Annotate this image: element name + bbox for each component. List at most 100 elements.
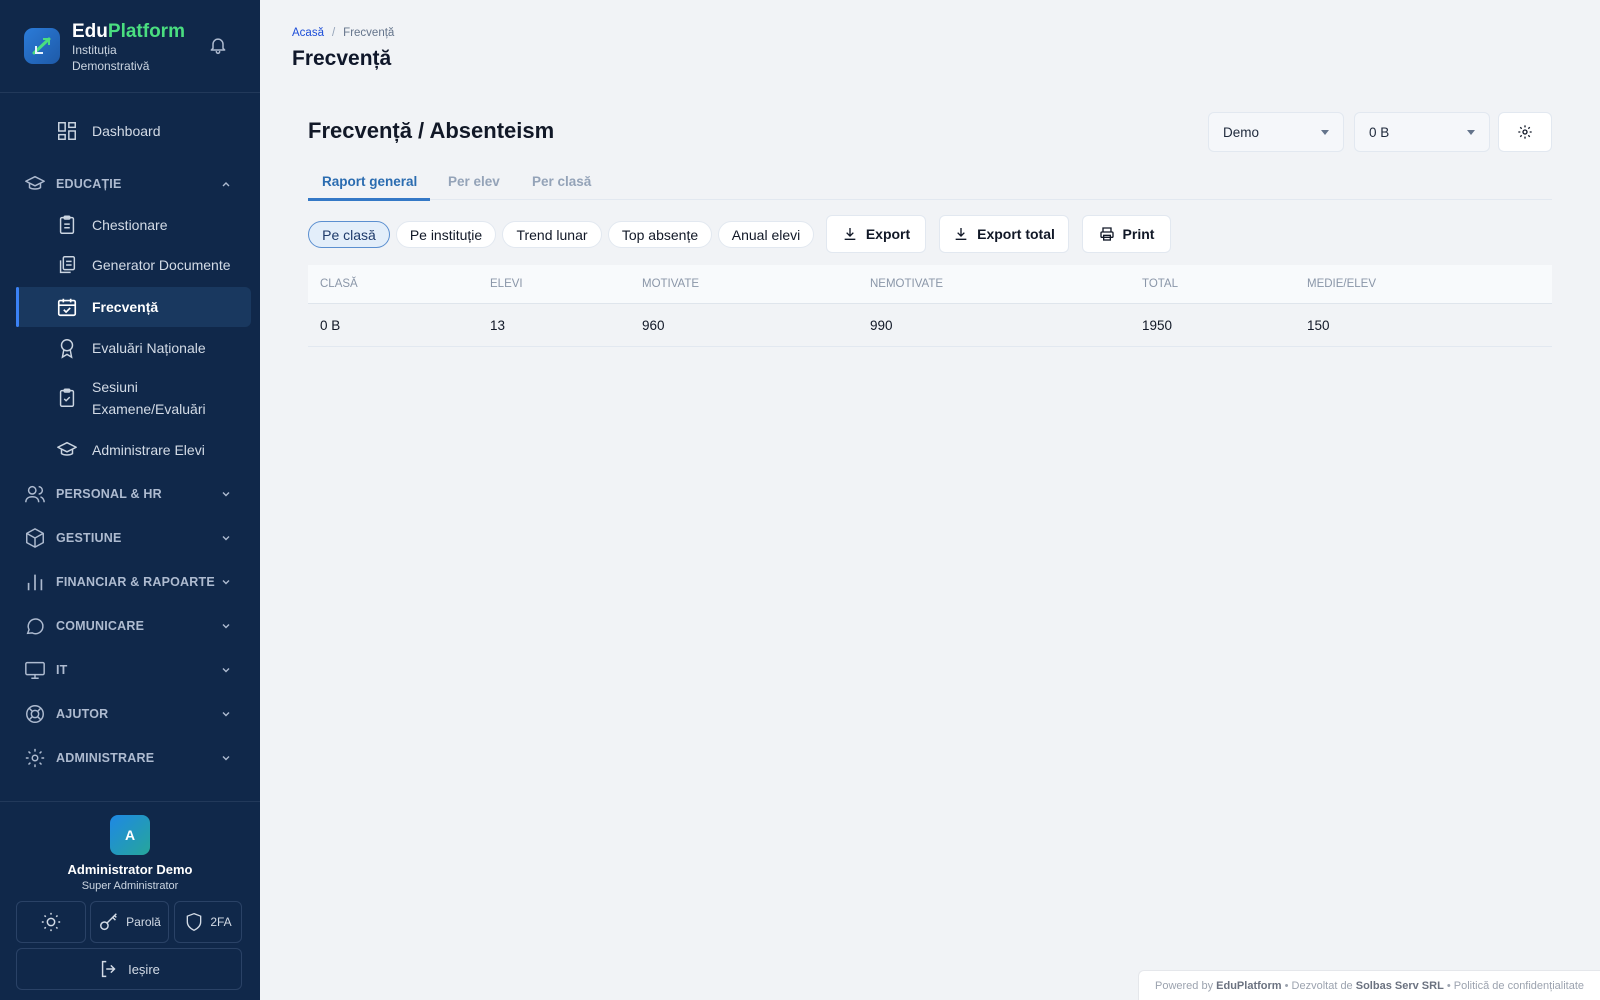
chevron-down-icon bbox=[222, 712, 230, 717]
footer-brand: EduPlatform bbox=[1216, 979, 1282, 992]
chevron-down-icon bbox=[222, 580, 230, 585]
filter-pe-institutie[interactable]: Pe instituție bbox=[396, 221, 496, 248]
dropdown-caret-icon bbox=[1321, 130, 1329, 135]
clipboard-check-icon bbox=[56, 387, 78, 409]
active-tab-indicator bbox=[308, 198, 430, 201]
column-header[interactable]: TOTAL bbox=[1142, 278, 1178, 290]
bar-chart-icon bbox=[24, 571, 46, 593]
column-header[interactable]: ELEVI bbox=[490, 278, 523, 290]
tab-per-elev[interactable]: Per elev bbox=[448, 174, 500, 189]
table-row[interactable]: 0 B 13 960 990 1950 150 bbox=[308, 304, 1552, 347]
section-ajutor[interactable]: AJUTOR bbox=[24, 699, 236, 729]
chevron-down-icon bbox=[222, 756, 230, 761]
table-cell: 0 B bbox=[320, 318, 341, 333]
privacy-policy-link[interactable]: • Politică de confidențialitate bbox=[1447, 980, 1584, 992]
sidebar-item-frecventa[interactable]: Frecvență bbox=[16, 287, 251, 327]
section-financiar-rapoarte[interactable]: FINANCIAR & RAPOARTE bbox=[24, 567, 236, 597]
table-cell: 150 bbox=[1307, 318, 1330, 333]
dropdown-caret-icon bbox=[1467, 130, 1475, 135]
user-name: Administrator Demo bbox=[67, 862, 193, 877]
column-header[interactable]: NEMOTIVATE bbox=[870, 278, 943, 290]
tab-per-clasa[interactable]: Per clasă bbox=[532, 174, 591, 189]
card-title: Frecvență / Absenteism bbox=[308, 118, 555, 143]
two-factor-button[interactable]: 2FA bbox=[174, 901, 242, 943]
column-header[interactable]: MEDIE/ELEV bbox=[1307, 278, 1376, 290]
section-it[interactable]: IT bbox=[24, 655, 236, 685]
graduation-cap-icon bbox=[56, 439, 78, 461]
documents-icon bbox=[56, 254, 78, 276]
table-cell: 13 bbox=[490, 318, 506, 333]
key-icon bbox=[100, 913, 118, 931]
settings-button[interactable] bbox=[1498, 112, 1552, 152]
logout-button[interactable]: Ieșire bbox=[16, 948, 242, 990]
table-cell: 990 bbox=[870, 318, 893, 333]
clipboard-icon bbox=[56, 214, 78, 236]
graduation-cap-icon bbox=[24, 173, 46, 195]
breadcrumb: Acasă / Frecvență bbox=[292, 27, 395, 39]
filter-trend-lunar[interactable]: Trend lunar bbox=[502, 221, 602, 248]
notifications-bell-icon[interactable] bbox=[208, 35, 228, 55]
filter-pe-clasa[interactable]: Pe clasă bbox=[308, 221, 390, 248]
section-gestiune[interactable]: GESTIUNE bbox=[24, 523, 236, 553]
section-personal-hr[interactable]: PERSONAL & HR bbox=[24, 479, 236, 509]
section-educatie[interactable]: EDUCAȚIE bbox=[24, 169, 236, 199]
column-header[interactable]: MOTIVATE bbox=[642, 278, 699, 290]
institution-name: Instituția Demonstrativă bbox=[72, 43, 150, 73]
sidebar-item-label: Dashboard bbox=[92, 123, 161, 139]
export-total-button[interactable]: Export total bbox=[939, 215, 1069, 253]
download-icon bbox=[844, 228, 856, 240]
page-title: Frecvență bbox=[292, 47, 392, 70]
table-cell: 960 bbox=[642, 318, 665, 333]
page-footer: Powered by EduPlatform • Dezvoltat de So… bbox=[1138, 970, 1600, 1000]
user-panel: A Administrator Demo Super Administrator… bbox=[0, 801, 260, 1000]
section-administrare[interactable]: ADMINISTRARE bbox=[24, 743, 236, 773]
report-tabs: Raport general Per elev Per clasă bbox=[308, 164, 1552, 201]
app-name: EduPlatform bbox=[72, 21, 185, 42]
shield-icon bbox=[186, 912, 202, 932]
breadcrumb-home-link[interactable]: Acasă bbox=[292, 27, 324, 39]
award-icon bbox=[56, 337, 78, 359]
sidebar-item-evaluari-nationale[interactable]: Evaluări Naționale bbox=[16, 328, 251, 368]
logout-icon bbox=[101, 960, 116, 978]
sidebar-item-administrare-elevi[interactable]: Administrare Elevi bbox=[16, 430, 251, 470]
chat-icon bbox=[24, 615, 46, 637]
box-icon bbox=[24, 527, 46, 549]
section-comunicare[interactable]: COMUNICARE bbox=[24, 611, 236, 641]
chevron-down-icon bbox=[222, 668, 230, 673]
filter-top-absente[interactable]: Top absențe bbox=[608, 221, 712, 248]
sun-icon bbox=[41, 912, 61, 932]
user-role: Super Administrator bbox=[81, 880, 179, 892]
column-header[interactable]: CLASĂ bbox=[320, 278, 358, 290]
sidebar-item-sesiuni-examene[interactable]: Sesiuni Examene/Evaluări bbox=[16, 373, 251, 423]
sidebar: EduPlatform Instituția Demonstrativă Das… bbox=[0, 0, 260, 1000]
app-logo-icon bbox=[24, 28, 60, 64]
tab-raport-general[interactable]: Raport general bbox=[322, 174, 417, 189]
sidebar-item-generator-documente[interactable]: Generator Documente bbox=[16, 245, 251, 285]
main-content: Acasă / Frecvență Frecvență Frecvență / Ab… bbox=[260, 0, 1600, 1000]
monitor-icon bbox=[24, 659, 46, 681]
download-icon bbox=[955, 228, 967, 240]
institution-select[interactable]: Demo bbox=[1208, 112, 1344, 152]
class-select[interactable]: 0 B bbox=[1354, 112, 1490, 152]
attendance-table: CLASĂ ELEVI MOTIVATE NEMOTIVATE TOTAL ME… bbox=[308, 265, 1552, 347]
table-header: CLASĂ ELEVI MOTIVATE NEMOTIVATE TOTAL ME… bbox=[308, 265, 1552, 304]
sidebar-item-chestionare[interactable]: Chestionare bbox=[16, 205, 251, 245]
print-button[interactable]: Print bbox=[1082, 215, 1171, 253]
export-button[interactable]: Export bbox=[826, 215, 926, 253]
brand-header: EduPlatform Instituția Demonstrativă bbox=[0, 0, 260, 93]
printer-icon bbox=[1099, 227, 1114, 241]
theme-toggle-button[interactable] bbox=[16, 901, 86, 943]
filter-anual-elevi[interactable]: Anual elevi bbox=[718, 221, 814, 248]
calendar-check-icon bbox=[56, 296, 78, 318]
dashboard-grid-icon bbox=[56, 120, 78, 142]
chevron-down-icon bbox=[222, 624, 230, 629]
lifebuoy-icon bbox=[24, 703, 46, 725]
chevron-up-icon bbox=[222, 182, 230, 187]
change-password-button[interactable]: Parolă bbox=[90, 901, 169, 943]
table-cell: 1950 bbox=[1142, 318, 1173, 333]
sidebar-item-dashboard[interactable]: Dashboard bbox=[16, 111, 251, 151]
chevron-down-icon bbox=[222, 492, 230, 497]
chevron-down-icon bbox=[222, 536, 230, 541]
avatar[interactable]: A bbox=[110, 815, 150, 855]
breadcrumb-current: Frecvență bbox=[343, 27, 395, 39]
